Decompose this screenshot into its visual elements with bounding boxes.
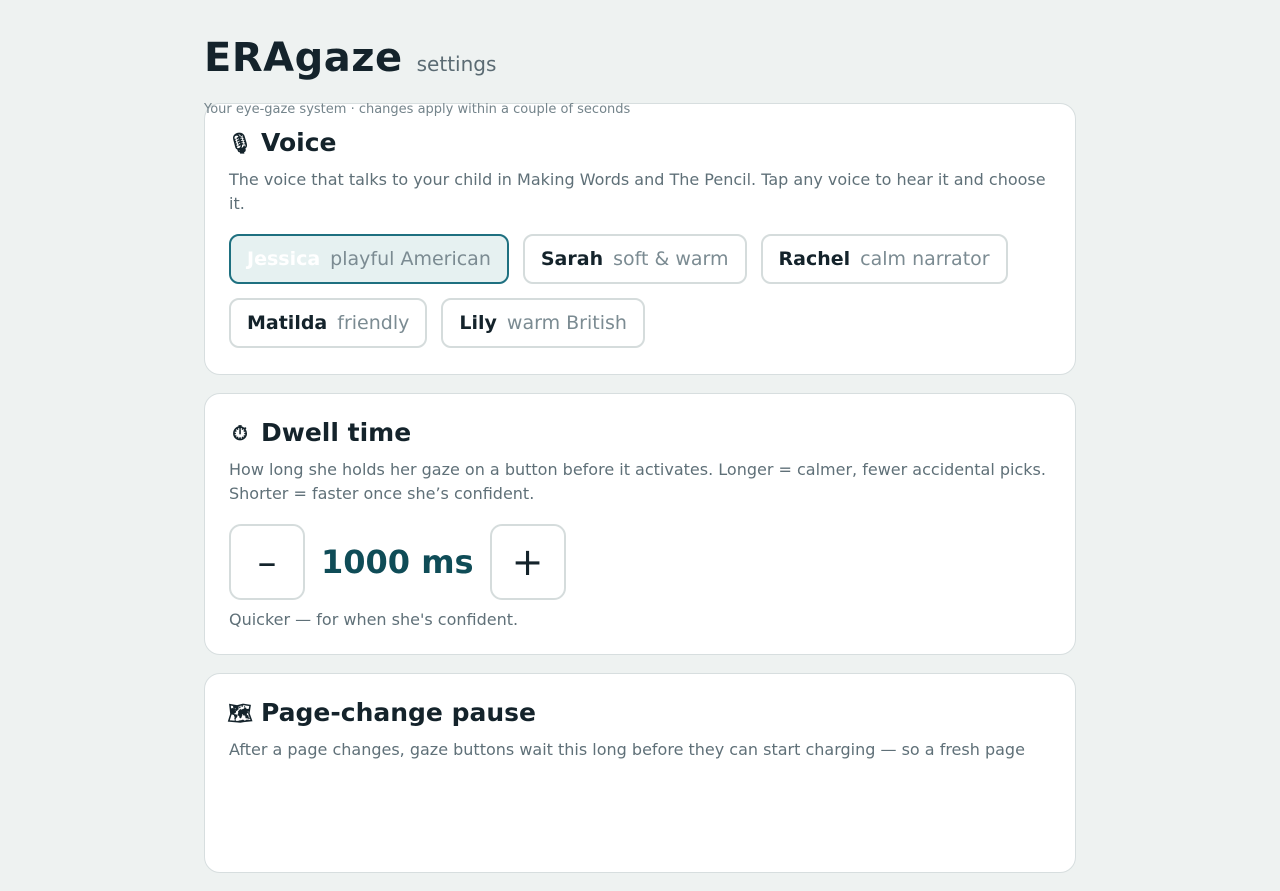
voice-option-lily[interactable]: Lily warm British <box>441 298 645 348</box>
voice-description: calm narrator <box>860 248 990 270</box>
voice-name: Rachel <box>778 248 851 270</box>
voice-description: warm British <box>506 312 627 334</box>
dwell-value: 1000 ms <box>321 543 474 581</box>
dwell-stepper: – 1000 ms + <box>229 524 1051 600</box>
pause-card-description: After a page changes, gaze buttons wait … <box>229 740 1025 759</box>
voice-card-description: The voice that talks to your child in Ma… <box>229 170 1046 213</box>
app-subtitle: settings <box>416 52 497 76</box>
voice-description: playful American <box>330 248 491 270</box>
dwell-card-title: Dwell time <box>261 418 412 447</box>
decrease-dwell-button[interactable]: – <box>229 524 305 600</box>
dwell-hint: Quicker — for when she's confident. <box>229 610 519 629</box>
dwell-time-card: ⏱ Dwell time How long she holds her gaze… <box>204 393 1076 655</box>
voice-name: Lily <box>459 312 497 334</box>
page-header: ERAgaze settings Your eye-gaze system · … <box>204 0 1076 117</box>
page-change-pause-card: 🗺 Page-change pause After a page changes… <box>204 673 1076 873</box>
voice-name: Sarah <box>540 248 604 270</box>
voice-description: friendly <box>337 312 410 334</box>
voice-name: Jessica <box>247 248 321 270</box>
voice-option-jessica[interactable]: Jessica playful American <box>229 234 509 284</box>
stopwatch-icon: ⏱ <box>232 421 248 445</box>
pause-card-title-row: 🗺 Page-change pause <box>227 696 1051 730</box>
voice-options: Jessica playful American Sarah soft & wa… <box>229 234 1049 348</box>
voice-card: 🎙 Voice The voice that talks to your chi… <box>204 103 1076 375</box>
title-row: ERAgaze settings <box>204 36 1076 80</box>
voice-option-matilda[interactable]: Matilda friendly <box>229 298 428 348</box>
voice-description: soft & warm <box>613 248 729 270</box>
voice-name: Matilda <box>247 312 328 334</box>
voice-option-rachel[interactable]: Rachel calm narrator <box>760 234 1008 284</box>
settings-page: ERAgaze settings Your eye-gaze system · … <box>204 0 1076 891</box>
microphone-icon: 🎙 <box>227 131 253 155</box>
increase-dwell-button[interactable]: + <box>489 524 566 600</box>
app-title: ERAgaze <box>204 35 403 81</box>
pause-card-title: Page-change pause <box>261 698 536 727</box>
dwell-card-title-row: ⏱ Dwell time <box>229 416 1051 450</box>
dwell-card-description: How long she holds her gaze on a button … <box>229 460 1046 503</box>
voice-card-title-row: 🎙 Voice <box>227 126 1051 160</box>
map-icon: 🗺 <box>227 701 253 725</box>
voice-option-sarah[interactable]: Sarah soft & warm <box>522 234 747 284</box>
voice-card-title: Voice <box>261 128 337 157</box>
